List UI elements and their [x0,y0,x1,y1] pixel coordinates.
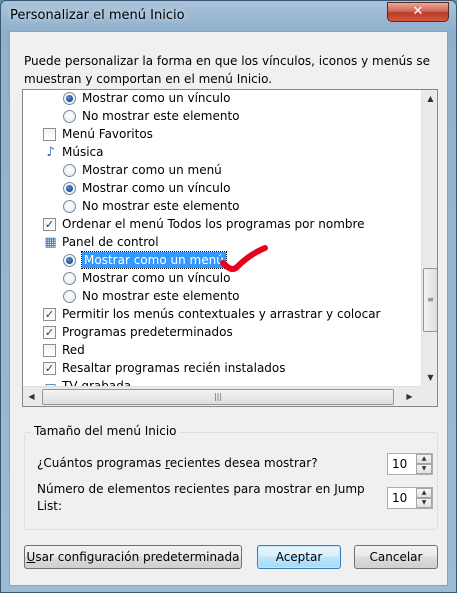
horizontal-scrollbar[interactable]: ◀ ||| ▶ [23,386,421,406]
spin-up-icon[interactable]: ▲ [416,488,432,498]
window-title: Personalizar el menú Inicio [10,8,185,23]
scroll-right-arrow-icon[interactable]: ▶ [401,387,418,406]
list-item[interactable]: No mostrar este elemento [63,107,240,125]
checkbox-unchecked-icon[interactable] [43,343,56,357]
list-item[interactable]: Mostrar como un menú [63,251,227,269]
list-item[interactable]: Mostrar como un vínculo [63,269,230,287]
checkbox-checked-icon[interactable]: ✓ [43,307,56,321]
close-button[interactable]: ✕ [387,2,449,22]
ok-button[interactable]: Aceptar [257,545,341,569]
jump-list-label: Número de elementos recientes para mostr… [37,482,365,513]
spin-up-icon[interactable]: ▲ [416,454,432,464]
list-item-label: No mostrar este elemento [82,289,240,303]
list-item-label: Mostrar como un menú [81,251,227,269]
control-panel-icon: ▦ [44,234,57,250]
title-bar[interactable]: Personalizar el menú Inicio ✕ [1,1,456,31]
list-item-label: No mostrar este elemento [82,199,240,213]
list-item-label: TV grabada [62,379,132,386]
list-item-label: Panel de control [62,235,159,249]
radio-unchecked-icon[interactable] [63,199,76,213]
list-item-label: No mostrar este elemento [82,109,240,123]
scroll-down-arrow-icon[interactable]: ▼ [422,369,437,386]
list-item: ▭ TV grabada [43,377,132,387]
list-item-label: Red [62,343,85,357]
dialog-window: Personalizar el menú Inicio ✕ Puede pers… [0,0,457,593]
list-item-label: Permitir los menús contextuales y arrast… [62,307,381,321]
list-item[interactable]: No mostrar este elemento [63,197,240,215]
start-menu-size-group: Tamaño del menú Inicio ¿Cuántos programa… [24,424,438,530]
intro-text: Puede personalizar la forma en que los v… [24,54,430,86]
list-item-label: Música [62,145,104,159]
radio-unchecked-icon[interactable] [63,271,76,285]
list-item[interactable]: No mostrar este elemento [63,287,240,305]
dialog-client-area: Puede personalizar la forma en que los v… [9,31,448,586]
recent-programs-value[interactable]: 10 [392,457,407,471]
vertical-scrollbar[interactable]: ▲ ≡ ▼ [421,90,437,386]
list-item-label: Programas predeterminados [62,325,233,339]
cancel-button[interactable]: Cancelar [354,545,438,569]
checkbox-checked-icon[interactable]: ✓ [43,217,56,231]
music-note-icon: ♪ [46,144,55,160]
list-item[interactable]: ✓ Resaltar programas recién instalados [43,359,286,377]
use-defaults-button[interactable]: Usar configuración predeterminada [24,545,242,569]
checkbox-checked-icon[interactable]: ✓ [43,361,56,375]
spin-down-icon[interactable]: ▼ [416,464,432,474]
radio-checked-icon[interactable] [63,181,76,195]
list-item[interactable]: ✓ Ordenar el menú Todos los programas por… [43,215,365,233]
list-item[interactable]: Mostrar como un vínculo [63,179,230,197]
checkbox-checked-icon[interactable]: ✓ [43,325,56,339]
list-item[interactable]: Menú Favoritos [43,125,153,143]
radio-unchecked-icon[interactable] [63,289,76,303]
recent-programs-label: ¿Cuántos programas recientes desea mostr… [37,456,318,470]
list-item[interactable]: ✓ Programas predeterminados [43,323,233,341]
radio-unchecked-icon[interactable] [63,163,76,177]
list-item[interactable]: Mostrar como un vínculo [63,90,230,107]
list-item-label: Mostrar como un vínculo [82,271,231,285]
list-item-label: Resaltar programas recién instalados [62,361,286,375]
list-item[interactable]: Red [43,341,85,359]
list-item-label: Mostrar como un vínculo [82,181,231,195]
list-item: ♪ Música [43,143,104,161]
group-title: Tamaño del menú Inicio [31,424,180,438]
list-item-label: Menú Favoritos [62,127,153,141]
radio-checked-icon[interactable] [63,253,76,267]
scroll-up-arrow-icon[interactable]: ▲ [422,90,437,107]
radio-unchecked-icon[interactable] [63,109,76,123]
list-item-label: Mostrar como un vínculo [82,91,231,105]
options-list-viewport: Mostrar como un vínculo No mostrar este e… [23,90,421,386]
list-item[interactable]: Mostrar como un menú [63,161,222,179]
tv-icon: ▭ [44,378,57,387]
checkbox-unchecked-icon[interactable] [43,127,56,141]
scrollbar-corner [421,386,437,406]
jump-list-value[interactable]: 10 [392,491,407,505]
close-icon: ✕ [412,4,424,19]
radio-checked-icon[interactable] [63,91,76,105]
spin-down-icon[interactable]: ▼ [416,498,432,508]
list-item-label: Ordenar el menú Todos los programas por … [62,217,365,231]
options-list: Mostrar como un vínculo No mostrar este e… [22,89,438,407]
list-item-label: Mostrar como un menú [82,163,222,177]
list-item: ▦ Panel de control [43,233,159,251]
jump-list-spinner[interactable]: 10 ▲ ▼ [387,487,433,509]
recent-programs-spinner[interactable]: 10 ▲ ▼ [387,453,433,475]
horizontal-scroll-thumb[interactable]: ||| [42,389,394,405]
list-item[interactable]: ✓ Permitir los menús contextuales y arras… [43,305,380,323]
vertical-scroll-thumb[interactable]: ≡ [423,268,437,332]
scroll-left-arrow-icon[interactable]: ◀ [23,387,40,406]
